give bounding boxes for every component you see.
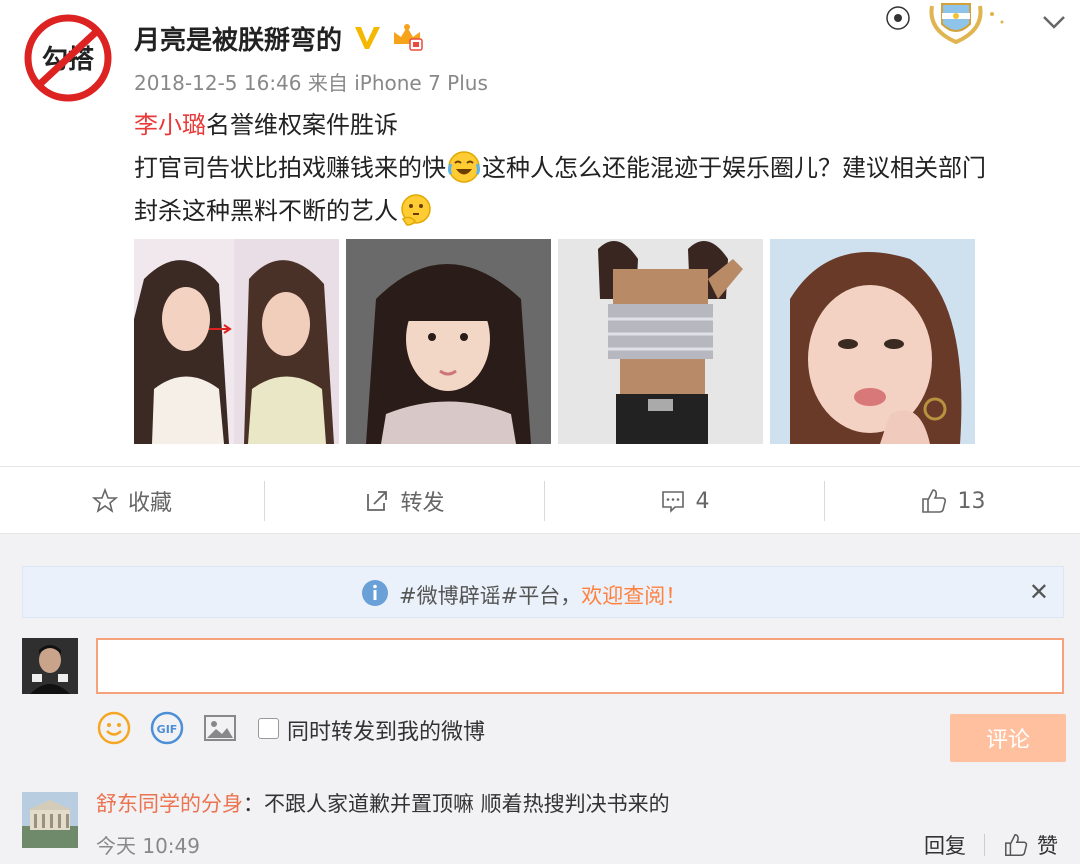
laugh-cry-emoji-icon xyxy=(447,150,481,184)
post-action-bar: 收藏 转发 4 13 xyxy=(0,466,1080,534)
reply-actions: 回复 赞 xyxy=(924,830,1058,860)
star-icon xyxy=(91,488,118,513)
content-text: 封杀这种黑料不断的艺人 xyxy=(134,197,398,225)
thumbs-up-icon xyxy=(921,489,946,513)
reply-timestamp: 今天 10:49 xyxy=(96,834,200,858)
content-line-3: 封杀这种黑料不断的艺人 xyxy=(134,190,1064,233)
chevron-down-icon[interactable] xyxy=(1040,8,1068,36)
reply-author-name[interactable]: 舒东同学的分身 xyxy=(96,792,243,816)
reply-content: 舒东同学的分身：不跟人家道歉并置顶嘛 顺着热搜判决书来的 xyxy=(96,788,670,818)
reply-like-button[interactable]: 赞 xyxy=(1037,830,1058,860)
author-avatar[interactable]: 勾搭 xyxy=(24,14,112,102)
thumbs-up-icon xyxy=(1005,834,1028,856)
thinking-emoji-icon xyxy=(399,193,433,227)
post-photo-2[interactable] xyxy=(346,239,551,444)
notice-text: #微博辟谣#平台，欢迎查阅！ xyxy=(399,580,686,610)
notice-link[interactable]: 欢迎查阅！ xyxy=(581,584,686,608)
favorite-label: 收藏 xyxy=(127,491,172,516)
vip-crown-icon[interactable] xyxy=(390,22,424,52)
gif-icon[interactable]: GIF xyxy=(149,710,185,746)
content-text: 打官司告状比拍戏赚钱来的快 xyxy=(134,154,446,182)
comment-input[interactable] xyxy=(96,638,1064,694)
current-user-avatar[interactable] xyxy=(22,638,78,694)
comment-count-button[interactable]: 4 xyxy=(545,467,824,535)
mention-link[interactable]: 李小璐 xyxy=(134,111,206,139)
reply-button[interactable]: 回复 xyxy=(924,830,966,860)
image-icon[interactable] xyxy=(202,710,238,746)
also-repost-checkbox[interactable] xyxy=(258,718,279,739)
post-photo-1[interactable] xyxy=(134,239,339,444)
like-count: 13 xyxy=(957,488,986,514)
post-content: 李小璐名誉维权案件胜诉 打官司告状比拍戏赚钱来的快 这种人怎么还能混迹于娱乐圈儿？… xyxy=(134,104,1064,233)
author-name[interactable]: 月亮是被朕掰弯的 xyxy=(134,20,342,57)
content-text: 名誉维权案件胜诉 xyxy=(206,111,398,139)
emoji-smile-icon[interactable] xyxy=(96,710,132,746)
info-icon xyxy=(361,579,389,607)
close-icon[interactable]: ✕ xyxy=(1029,578,1049,606)
reply-divider xyxy=(984,834,985,856)
content-line-2: 打官司告状比拍戏赚钱来的快 这种人怎么还能混迹于娱乐圈儿？建议相关部门 xyxy=(134,147,1064,190)
submit-comment-button[interactable]: 评论 xyxy=(950,714,1066,762)
rumor-notice-banner: #微博辟谣#平台，欢迎查阅！ ✕ xyxy=(22,566,1064,618)
decoration-badge-icon xyxy=(880,0,1020,50)
weibo-post: 勾搭 月亮是被朕掰弯的 2018-12-5 16:46 来自 iPhone 7 … xyxy=(0,0,1080,466)
favorite-button[interactable]: 收藏 xyxy=(0,467,264,535)
like-button[interactable]: 13 xyxy=(825,467,1080,535)
svg-text:GIF: GIF xyxy=(157,723,178,736)
verified-v-icon xyxy=(352,22,382,52)
notice-prefix: #微博辟谣#平台， xyxy=(399,584,582,608)
repost-label: 转发 xyxy=(400,491,445,516)
repost-button[interactable]: 转发 xyxy=(265,467,544,535)
reply-author-avatar[interactable] xyxy=(22,792,78,848)
content-line-1: 李小璐名誉维权案件胜诉 xyxy=(134,104,1064,147)
also-repost-label[interactable]: 同时转发到我的微博 xyxy=(287,714,485,746)
reply-text: 不跟人家道歉并置顶嘛 顺着热搜判决书来的 xyxy=(264,792,670,816)
comment-icon xyxy=(661,491,684,513)
post-timestamp: 2018-12-5 16:46 来自 iPhone 7 Plus xyxy=(134,71,488,95)
comment-section: #微博辟谣#平台，欢迎查阅！ ✕ GIF 同时转发到我的微博 评论 舒东同学的分… xyxy=(0,534,1080,864)
share-icon xyxy=(367,491,388,511)
content-text: 这种人怎么还能混迹于娱乐圈儿？建议相关部门 xyxy=(482,154,986,182)
reply-separator: ： xyxy=(243,792,264,816)
post-photo-3[interactable] xyxy=(558,239,763,444)
post-photo-4[interactable] xyxy=(770,239,975,444)
comment-count: 4 xyxy=(695,488,710,514)
